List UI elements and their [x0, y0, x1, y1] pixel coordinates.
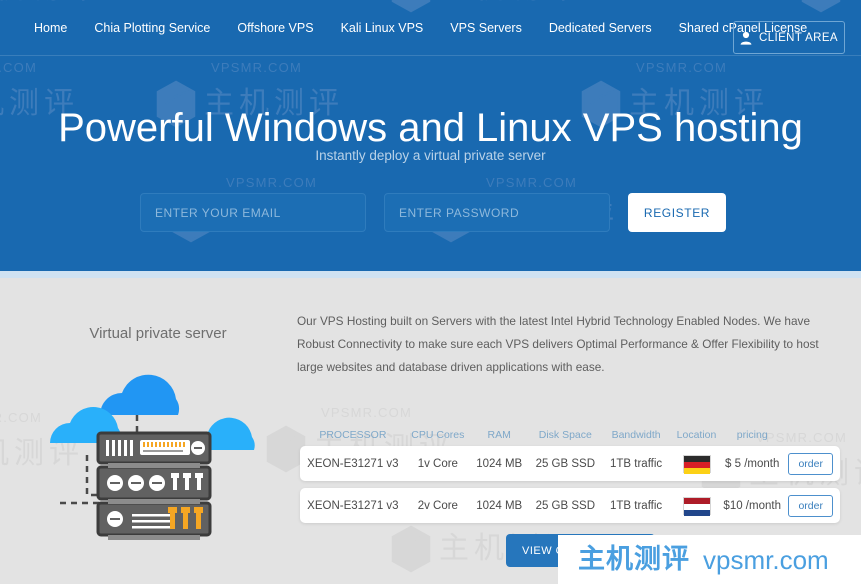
netherlands-flag-icon [682, 496, 711, 516]
top-navigation-bar: Home Chia Plotting Service Offshore VPS … [0, 0, 861, 56]
pricing-table-header: PROCESSOR CPU Cores RAM Disk Space Bandw… [300, 424, 840, 446]
pricing-table: PROCESSOR CPU Cores RAM Disk Space Bandw… [300, 424, 840, 530]
brand-domain-text: vpsmr.com [703, 544, 829, 575]
cell-processor: XEON-E31271 v3 [307, 457, 399, 470]
nav-item-dedicated-servers[interactable]: Dedicated Servers [549, 22, 652, 35]
illustration-title: Virtual private server [89, 325, 227, 342]
table-row[interactable]: XEON-E31271 v3 1v Core 1024 MB 25 GB SSD… [300, 446, 840, 481]
signup-form: REGISTER [140, 193, 726, 232]
cell-disk-space: 25 GB SSD [535, 499, 596, 512]
nav-links: Home Chia Plotting Service Offshore VPS … [34, 22, 807, 35]
column-header-pricing: pricing [736, 429, 768, 441]
page-root: VPSMR.COM 主机测评 VPSMR.COM 主机测评 VPSMR.COM [0, 0, 861, 584]
column-header-bandwidth: Bandwidth [611, 429, 661, 441]
cell-cpu-cores: 2v Core [417, 499, 458, 512]
cell-price: $10 /month [723, 499, 781, 512]
hero-bottom-strip [0, 271, 861, 278]
cell-ram: 1024 MB [476, 499, 523, 512]
email-field[interactable] [140, 193, 366, 232]
server-cloud-illustration-icon [50, 374, 255, 540]
brand-overlay: 主机测评 vpsmr.com [558, 535, 861, 584]
cell-cpu-cores: 1v Core [417, 457, 458, 470]
nav-item-home[interactable]: Home [34, 22, 67, 35]
cell-order: order [781, 452, 840, 475]
column-header-disk-space: Disk Space [538, 429, 592, 441]
germany-flag-icon [682, 454, 711, 474]
cell-bandwidth: 1TB traffic [609, 457, 663, 470]
cell-price: $ 5 /month [725, 457, 780, 470]
column-header-ram: RAM [487, 429, 511, 441]
user-icon [740, 31, 752, 45]
cell-processor: XEON-E31271 v3 [307, 499, 399, 512]
nav-item-vps-servers[interactable]: VPS Servers [450, 22, 522, 35]
password-field[interactable] [384, 193, 610, 232]
table-row[interactable]: XEON-E31271 v3 2v Core 1024 MB 25 GB SSD… [300, 488, 840, 523]
client-area-button[interactable]: CLIENT AREA [733, 21, 845, 54]
column-header-cpu-cores: CPU Cores [411, 429, 465, 441]
client-area-label: CLIENT AREA [759, 31, 838, 44]
nav-item-offshore-vps[interactable]: Offshore VPS [237, 22, 313, 35]
page-title: Powerful Windows and Linux VPS hosting [58, 106, 803, 150]
cell-disk-space: 25 GB SSD [535, 457, 596, 470]
order-button[interactable]: order [788, 452, 834, 475]
nav-item-chia-plotting-service[interactable]: Chia Plotting Service [94, 22, 210, 35]
cell-location [670, 454, 723, 474]
page-subtitle: Instantly deploy a virtual private serve… [315, 148, 546, 163]
order-button[interactable]: order [788, 494, 834, 517]
register-button[interactable]: REGISTER [628, 193, 726, 232]
cell-location [670, 496, 723, 516]
cell-order: order [781, 494, 840, 517]
nav-divider [0, 55, 861, 56]
cell-ram: 1024 MB [476, 457, 523, 470]
service-description: Our VPS Hosting built on Servers with th… [297, 314, 819, 374]
nav-item-kali-linux-vps[interactable]: Kali Linux VPS [341, 22, 424, 35]
column-header-location: Location [676, 429, 717, 441]
brand-cn-text: 主机测评 [578, 544, 690, 575]
cell-bandwidth: 1TB traffic [609, 499, 663, 512]
column-header-processor: PROCESSOR [319, 429, 387, 441]
